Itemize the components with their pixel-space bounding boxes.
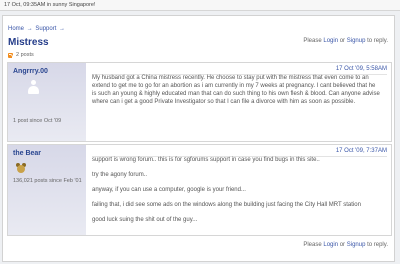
post-paragraph: failing that, i did see some ads on the … bbox=[92, 202, 361, 208]
signup-link[interactable]: Signup bbox=[347, 242, 366, 248]
author-post-count: 136,021 posts since Feb '01 bbox=[13, 178, 82, 184]
breadcrumb: Home → Support → bbox=[8, 26, 66, 32]
rss-icon[interactable] bbox=[8, 53, 13, 58]
author-name-link[interactable]: Angrrry.00 bbox=[13, 68, 48, 75]
login-prompt-bottom: Please Login or Signup to reply. bbox=[303, 242, 388, 248]
date-location-text: 17 Oct, 09:35AM in sunny Singapore! bbox=[4, 2, 96, 8]
post-paragraph: try the agony forum.. bbox=[92, 172, 148, 178]
post-paragraph: support is wrong forum.. this is for sgf… bbox=[92, 157, 320, 163]
login-link[interactable]: Login bbox=[323, 38, 338, 44]
post-paragraph: anyway, if you can use a computer, googl… bbox=[92, 187, 246, 193]
breadcrumb-home-link[interactable]: Home bbox=[8, 26, 24, 32]
login-link[interactable]: Login bbox=[323, 242, 338, 248]
post-item: the Bear 136,021 posts since Feb '01 17 … bbox=[7, 144, 392, 236]
login-prompt-top: Please Login or Signup to reply. bbox=[303, 38, 388, 44]
author-post-count: 1 post since Oct '09 bbox=[13, 118, 62, 124]
breadcrumb-arrow: → bbox=[26, 26, 33, 32]
page-title: Mistress bbox=[8, 37, 49, 48]
bear-avatar-icon bbox=[15, 163, 27, 175]
post-author-sidebar: the Bear 136,021 posts since Feb '01 bbox=[8, 145, 86, 235]
breadcrumb-support-link[interactable]: Support bbox=[35, 26, 56, 32]
post-timestamp-link[interactable]: 17 Oct '09, 5:58AM bbox=[336, 66, 387, 72]
post-author-sidebar: Angrrry.00 1 post since Oct '09 bbox=[8, 63, 86, 141]
top-status-bar: 17 Oct, 09:35AM in sunny Singapore! bbox=[0, 0, 400, 11]
post-paragraph: good luck suing the shit out of the guy.… bbox=[92, 217, 198, 223]
thread-panel: Home → Support → Mistress Please Login o… bbox=[2, 15, 395, 262]
post-body: support is wrong forum.. this is for sgf… bbox=[92, 156, 381, 231]
posts-count: 2 posts bbox=[16, 52, 34, 58]
signup-link[interactable]: Signup bbox=[347, 38, 366, 44]
author-name-link[interactable]: the Bear bbox=[13, 150, 41, 157]
post-paragraph: My husband got a China mistress recently… bbox=[92, 75, 380, 105]
breadcrumb-arrow: → bbox=[59, 26, 66, 32]
post-body: My husband got a China mistress recently… bbox=[92, 74, 381, 113]
post-timestamp-link[interactable]: 17 Oct '09, 7:37AM bbox=[336, 148, 387, 154]
post-item: Angrrry.00 1 post since Oct '09 17 Oct '… bbox=[7, 62, 392, 142]
default-avatar-icon bbox=[27, 80, 39, 95]
